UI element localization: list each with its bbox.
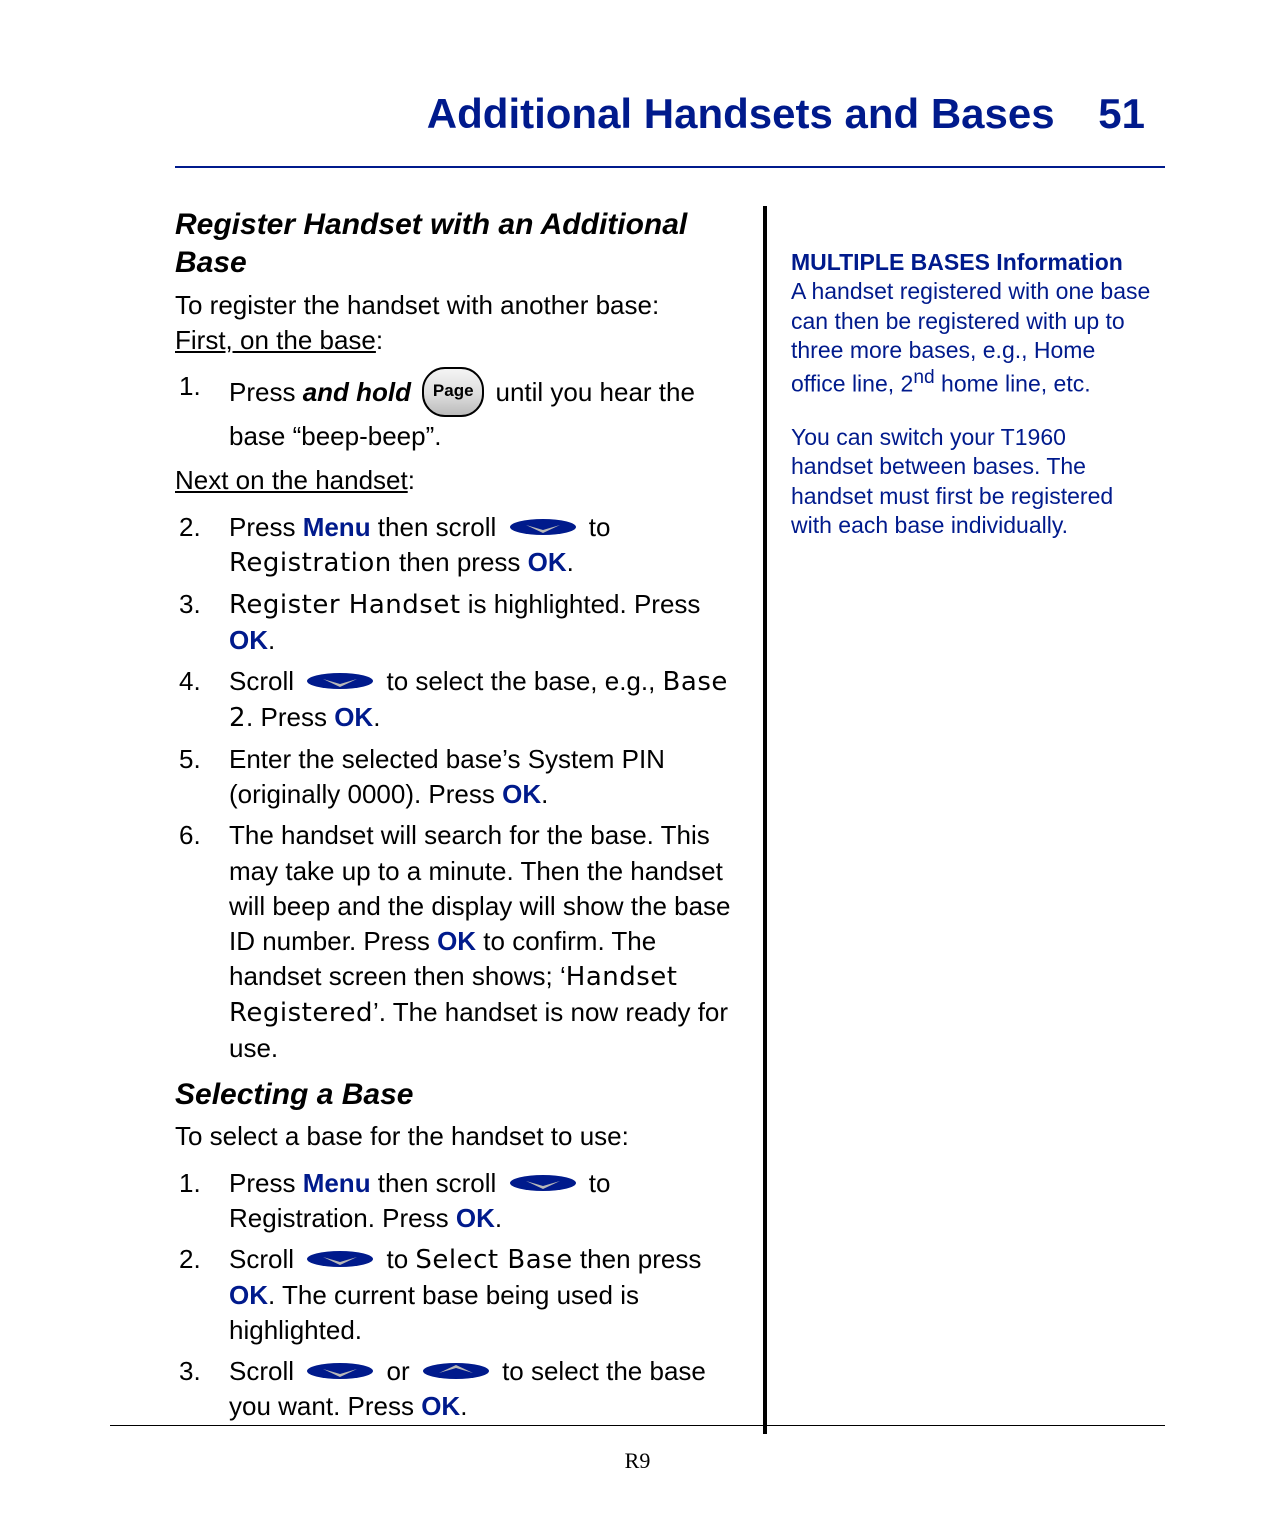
step-1: Press and hold Page until you hear the b… bbox=[175, 369, 735, 454]
page-header: Additional Handsets and Bases 51 bbox=[175, 90, 1165, 138]
step-3: Register Handset is highlighted. Press O… bbox=[175, 587, 735, 658]
scroll-up-icon bbox=[421, 1362, 491, 1380]
page-container: Additional Handsets and Bases 51 Registe… bbox=[0, 0, 1275, 1531]
step-5: Enter the selected base’s System PIN (or… bbox=[175, 742, 735, 812]
footer-text: R9 bbox=[0, 1448, 1275, 1474]
column-divider bbox=[763, 206, 767, 1434]
step-4: Scroll to select the base, e.g., Base 2.… bbox=[175, 664, 735, 736]
footer-rule bbox=[110, 1425, 1165, 1426]
scroll-down-icon bbox=[305, 1362, 375, 1380]
sidebar-title: MULTIPLE BASES Information bbox=[791, 248, 1151, 277]
scroll-down-icon bbox=[508, 1174, 578, 1192]
step-2: Press Menu then scroll to Registration t… bbox=[175, 510, 735, 581]
columns: Register Handset with an Additional Base… bbox=[175, 206, 1165, 1434]
page-button-icon: Page bbox=[422, 367, 484, 417]
scroll-down-icon bbox=[305, 672, 375, 690]
sidebar-p1b: home line, etc. bbox=[935, 370, 1091, 396]
step-6: The handset will search for the base. Th… bbox=[175, 818, 735, 1066]
steps-list-1: Press and hold Page until you hear the b… bbox=[175, 369, 735, 454]
steps-list-3: Press Menu then scroll to Registration. … bbox=[175, 1166, 735, 1425]
header-rule bbox=[175, 166, 1165, 168]
intro-text: To register the handset with another bas… bbox=[175, 289, 735, 322]
sel-step-1: Press Menu then scroll to Registration. … bbox=[175, 1166, 735, 1236]
sidebar-block-2: You can switch your T1960 handset betwee… bbox=[791, 423, 1151, 541]
section-heading-selecting: Selecting a Base bbox=[175, 1076, 735, 1114]
sidebar-block-1: MULTIPLE BASES Information A handset reg… bbox=[791, 248, 1151, 399]
sidebar-column: MULTIPLE BASES Information A handset reg… bbox=[791, 206, 1151, 1434]
section-heading-register: Register Handset with an Additional Base bbox=[175, 206, 735, 283]
sel-step-3: Scroll or to select the base you want. P… bbox=[175, 1354, 735, 1424]
scroll-down-icon bbox=[508, 518, 578, 536]
phase1-label: First, on the base: bbox=[175, 324, 735, 357]
phase2-label: Next on the handset: bbox=[175, 464, 735, 497]
scroll-down-icon bbox=[305, 1250, 375, 1268]
sidebar-sup: nd bbox=[913, 367, 934, 388]
page-number: 51 bbox=[1098, 90, 1145, 138]
intro-text-2: To select a base for the handset to use: bbox=[175, 1120, 735, 1153]
steps-list-2: Press Menu then scroll to Registration t… bbox=[175, 510, 735, 1066]
main-column: Register Handset with an Additional Base… bbox=[175, 206, 763, 1434]
chapter-title: Additional Handsets and Bases bbox=[427, 90, 1055, 137]
sel-step-2: Scroll to Select Base then press OK. The… bbox=[175, 1242, 735, 1348]
